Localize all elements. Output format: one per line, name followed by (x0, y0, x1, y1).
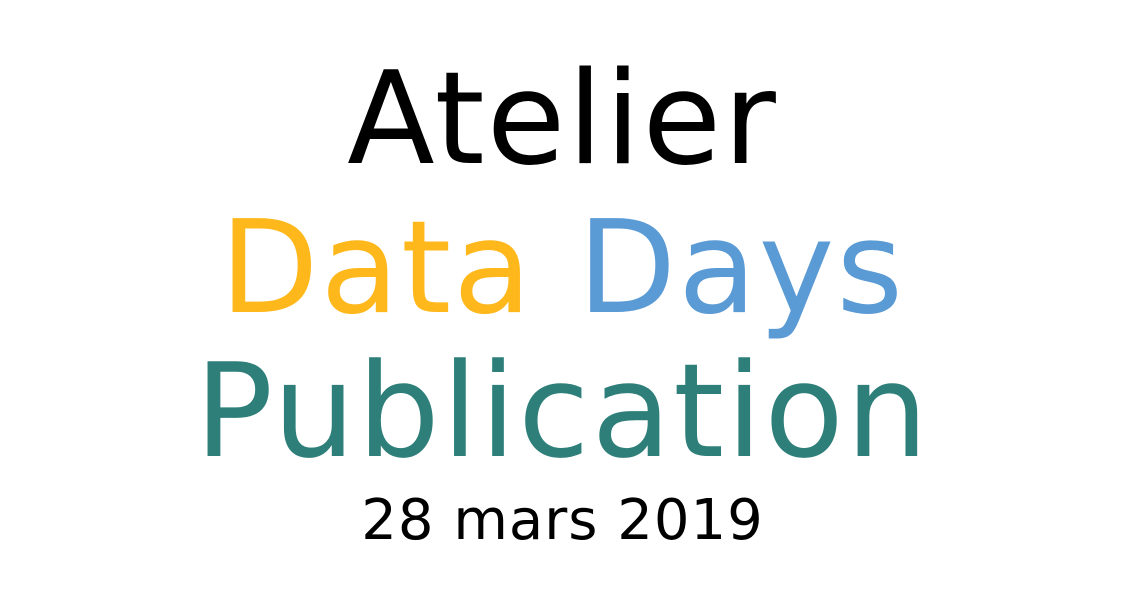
atelier-text: Atelier (347, 45, 778, 194)
title-line-atelier: Atelier (0, 56, 1125, 184)
title-line-publication: Publication (0, 346, 1125, 476)
days-text: Days (577, 194, 906, 343)
title-slide: Atelier Data Days Publication 28 mars 201… (0, 0, 1125, 594)
title-line-data-days: Data Days (0, 205, 1125, 333)
data-text: Data (219, 194, 534, 343)
publication-text: Publication (194, 335, 931, 487)
event-date: 28 mars 2019 (0, 493, 1125, 549)
date-text: 28 mars 2019 (361, 488, 764, 553)
